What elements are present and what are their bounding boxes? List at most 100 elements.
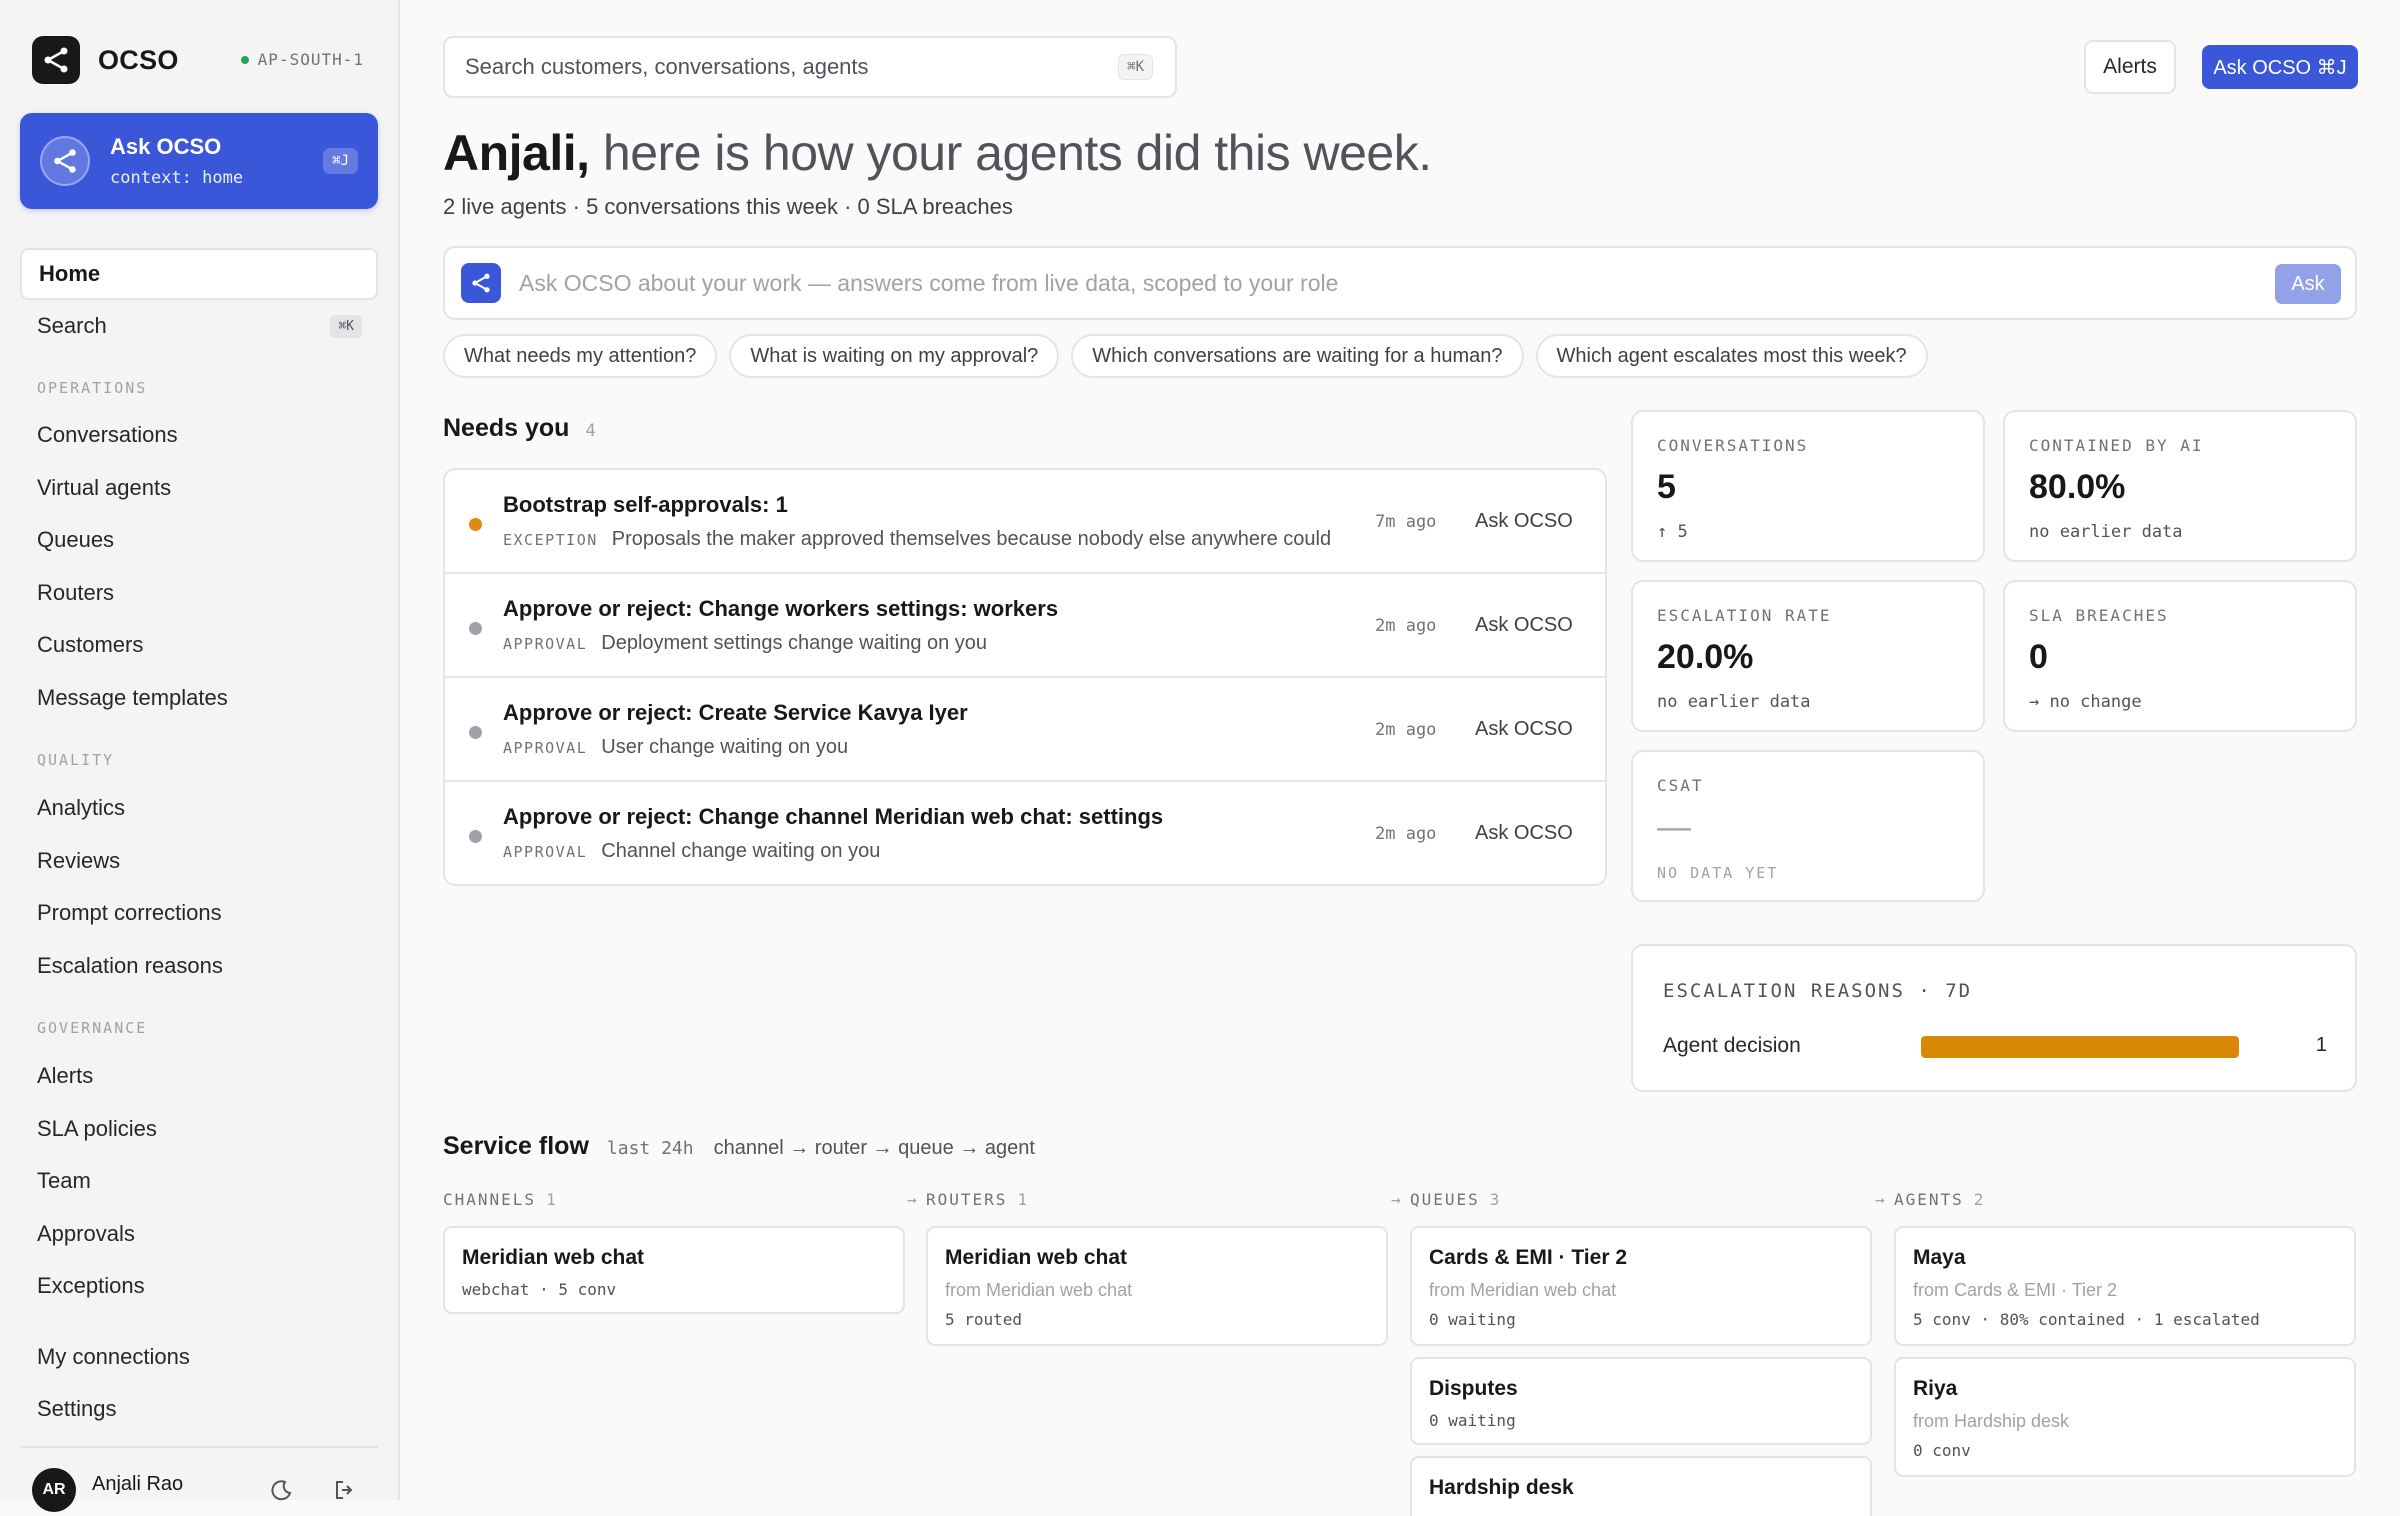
column-label: CHANNELS xyxy=(443,1190,537,1209)
list-item[interactable]: Bootstrap self-approvals: 1 EXCEPTION Pro… xyxy=(445,470,1605,574)
sidebar-item-team[interactable]: Team xyxy=(20,1155,378,1207)
list-item[interactable]: Approve or reject: Create Service Kavya … xyxy=(445,678,1605,782)
column-header-routers: ROUTERS 1 xyxy=(926,1190,1029,1209)
card-meta: 0 waiting xyxy=(1429,1310,1516,1329)
ask-ocso-link[interactable]: Ask OCSO xyxy=(1475,510,1573,533)
metric-label: ESCALATION RATE xyxy=(1657,606,1832,625)
metric-card-escalation-rate[interactable]: ESCALATION RATE 20.0% no earlier data xyxy=(1631,580,1985,732)
metric-value: — xyxy=(1657,808,1691,846)
suggestion-chip[interactable]: Which agent escalates most this week? xyxy=(1535,334,1928,378)
router-card[interactable]: Meridian web chat from Meridian web chat… xyxy=(926,1226,1388,1346)
suggestion-chip[interactable]: Which conversations are waiting for a hu… xyxy=(1071,334,1524,378)
suggestion-chip[interactable]: What is waiting on my approval? xyxy=(729,334,1060,378)
ask-ocso-button[interactable]: Ask OCSO ⌘J xyxy=(2202,45,2358,89)
ask-ocso-input[interactable]: Ask OCSO about your work — answers come … xyxy=(443,246,2357,320)
column-label: ROUTERS xyxy=(926,1190,1008,1209)
need-title: Approve or reject: Change workers settin… xyxy=(503,596,1059,621)
sidebar-item-escalation-reasons[interactable]: Escalation reasons xyxy=(20,940,378,992)
user-profile[interactable]: AR Anjali Rao xyxy=(32,1468,183,1512)
ask-ocso-card[interactable]: Ask OCSO context: home ⌘J xyxy=(20,113,378,209)
queue-card[interactable]: Cards & EMI · Tier 2 from Meridian web c… xyxy=(1410,1226,1872,1346)
moon-icon[interactable] xyxy=(270,1478,294,1502)
metric-value: 0 xyxy=(2029,638,2048,676)
agent-card[interactable]: Riya from Hardship desk 0 conv xyxy=(1894,1357,2356,1477)
sidebar-item-message-templates[interactable]: Message templates xyxy=(20,672,378,724)
list-item[interactable]: Approve or reject: Change workers settin… xyxy=(445,574,1605,678)
metric-card-contained[interactable]: CONTAINED BY AI 80.0% no earlier data xyxy=(2003,410,2357,562)
priority-dot-icon xyxy=(469,622,482,635)
list-item[interactable]: Approve or reject: Change channel Meridi… xyxy=(445,782,1605,884)
metric-value: 20.0% xyxy=(1657,638,1754,676)
queue-card[interactable]: Disputes 0 waiting xyxy=(1410,1357,1872,1445)
column-count: 2 xyxy=(1973,1190,1986,1209)
needs-list: Bootstrap self-approvals: 1 EXCEPTION Pro… xyxy=(443,468,1607,886)
metric-note: no earlier data xyxy=(1657,692,1811,712)
metric-card-sla-breaches[interactable]: SLA BREACHES 0 → no change xyxy=(2003,580,2357,732)
status-dot-icon xyxy=(240,55,249,64)
greeting-text: here is how your agents did this week. xyxy=(589,125,1432,181)
escalation-reasons-card[interactable]: ESCALATION REASONS · 7D Agent decision 1 xyxy=(1631,944,2357,1092)
reason-value: 1 xyxy=(2315,1034,2327,1056)
agent-card[interactable]: Maya from Cards & EMI · Tier 2 5 conv · … xyxy=(1894,1226,2356,1346)
card-source: from Meridian web chat xyxy=(1429,1280,1617,1300)
metric-label: CSAT xyxy=(1657,776,1704,795)
column-count: 1 xyxy=(1017,1190,1030,1209)
sidebar-item-prompt-corrections[interactable]: Prompt corrections xyxy=(20,887,378,939)
queue-card[interactable]: Hardship desk xyxy=(1410,1456,1872,1516)
card-source: from Hardship desk xyxy=(1913,1411,2070,1431)
greeting-name: Anjali, xyxy=(443,125,590,181)
sidebar-item-reviews[interactable]: Reviews xyxy=(20,835,378,887)
card-title: Maya xyxy=(1913,1246,1966,1269)
card-title: Hardship desk xyxy=(1429,1476,1574,1499)
sidebar-item-sla-policies[interactable]: SLA policies xyxy=(20,1103,378,1155)
sidebar-item-alerts[interactable]: Alerts xyxy=(20,1050,378,1102)
search-input[interactable]: Search customers, conversations, agents … xyxy=(443,36,1177,98)
metric-note: no earlier data xyxy=(2029,522,2183,542)
sidebar-item-customers[interactable]: Customers xyxy=(20,619,378,671)
ask-submit-button[interactable]: Ask xyxy=(2275,264,2341,304)
brand-name: OCSO xyxy=(98,44,179,75)
suggestion-chips: What needs my attention? What is waiting… xyxy=(443,334,1928,378)
card-title: Riya xyxy=(1913,1377,1958,1400)
weekly-summary: 2 live agents · 5 conversations this wee… xyxy=(443,194,1013,219)
flow-arrow-icon: → xyxy=(1391,1190,1401,1209)
service-flow-heading: Service flow last 24h channel → router → q… xyxy=(443,1132,1035,1161)
need-title: Approve or reject: Change channel Meridi… xyxy=(503,804,1164,829)
sidebar-item-search[interactable]: Search ⌘K xyxy=(20,300,378,352)
metric-note: → no change xyxy=(2029,692,2142,712)
logout-icon[interactable] xyxy=(333,1478,357,1502)
needs-you-heading: Needs you 4 xyxy=(443,414,596,443)
suggestion-chip[interactable]: What needs my attention? xyxy=(443,334,718,378)
flow-window: last 24h xyxy=(606,1138,694,1159)
sidebar-item-label: Search xyxy=(37,313,107,338)
sidebar-item-virtual-agents[interactable]: Virtual agents xyxy=(20,462,378,514)
metric-note: ↑ 5 xyxy=(1657,522,1688,542)
nav-section-quality: QUALITY xyxy=(37,751,115,769)
sidebar-item-conversations[interactable]: Conversations xyxy=(20,409,378,461)
ask-card-shortcut: ⌘J xyxy=(323,148,358,174)
brand[interactable]: OCSO xyxy=(32,36,179,84)
metric-card-conversations[interactable]: CONVERSATIONS 5 ↑ 5 xyxy=(1631,410,1985,562)
card-meta: 0 waiting xyxy=(1429,1411,1516,1430)
sidebar-item-my-connections[interactable]: My connections xyxy=(20,1331,378,1383)
sidebar-divider xyxy=(20,1446,378,1448)
share-icon xyxy=(40,136,90,186)
metric-card-csat[interactable]: CSAT — NO DATA YET xyxy=(1631,750,1985,902)
sidebar-item-queues[interactable]: Queues xyxy=(20,514,378,566)
sidebar-item-home[interactable]: Home xyxy=(20,248,378,300)
sidebar-item-routers[interactable]: Routers xyxy=(20,567,378,619)
search-shortcut-badge: ⌘K xyxy=(1118,54,1153,80)
sidebar: OCSO AP-SOUTH-1 Ask OCSO context: home ⌘… xyxy=(0,0,400,1512)
sidebar-item-analytics[interactable]: Analytics xyxy=(20,782,378,834)
channel-card[interactable]: Meridian web chat webchat · 5 conv xyxy=(443,1226,905,1314)
ask-ocso-link[interactable]: Ask OCSO xyxy=(1475,614,1573,637)
alerts-button[interactable]: Alerts xyxy=(2084,40,2176,94)
sidebar-item-settings[interactable]: Settings xyxy=(20,1383,378,1435)
sidebar-item-exceptions[interactable]: Exceptions xyxy=(20,1260,378,1312)
column-header-queues: QUEUES 3 xyxy=(1410,1190,1501,1209)
ask-ocso-link[interactable]: Ask OCSO xyxy=(1475,718,1573,741)
need-type-tag: APPROVAL xyxy=(503,635,588,653)
sidebar-item-approvals[interactable]: Approvals xyxy=(20,1208,378,1260)
ask-ocso-link[interactable]: Ask OCSO xyxy=(1475,822,1573,845)
priority-dot-icon xyxy=(469,726,482,739)
